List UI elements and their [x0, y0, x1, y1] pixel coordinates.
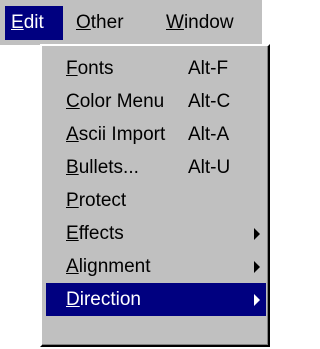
menu-item-ascii-import[interactable]: Ascii Import Alt-A	[46, 118, 266, 151]
mnemonic-letter: A	[66, 256, 79, 277]
menu-other[interactable]: Other	[70, 6, 152, 40]
mnemonic-letter: B	[66, 157, 79, 178]
submenu-arrow-icon	[254, 294, 260, 306]
label-rest: lignment	[78, 256, 151, 277]
menu-item-direction[interactable]: Direction	[46, 283, 266, 316]
menu-item-bullets[interactable]: Bullets... Alt-U	[46, 151, 266, 184]
shortcut-label: Alt-C	[188, 91, 231, 112]
edit-dropdown-menu: Fonts Alt-F Color Menu Alt-C Ascii Impor…	[40, 44, 270, 347]
menu-item-label: Direction	[66, 283, 141, 316]
menu-item-label: Fonts	[66, 52, 114, 85]
menu-window-mnemonic: W	[166, 12, 184, 33]
label-rest: irection	[79, 289, 141, 310]
shortcut-label: Alt-A	[188, 124, 230, 145]
mnemonic-letter: A	[66, 124, 79, 145]
menu-item-label: Effects	[66, 217, 124, 250]
label-rest: onts	[77, 58, 114, 79]
menu-other-label: ther	[90, 12, 124, 33]
menu-item-color-menu[interactable]: Color Menu Alt-C	[46, 85, 266, 118]
menu-edit-mnemonic: E	[11, 12, 24, 33]
menu-item-label: Ascii Import	[66, 118, 165, 151]
label-rest: rotect	[78, 190, 127, 211]
label-rest: ffects	[78, 223, 124, 244]
menu-window-label: indow	[183, 12, 234, 33]
menu-item-alignment[interactable]: Alignment	[46, 250, 266, 283]
shortcut-label: Alt-U	[188, 157, 231, 178]
mnemonic-letter: F	[66, 58, 78, 79]
menu-window[interactable]: Window	[160, 6, 260, 40]
label-rest: ullets...	[78, 157, 139, 178]
mnemonic-letter: C	[66, 91, 80, 112]
submenu-arrow-icon	[254, 228, 260, 240]
menu-item-protect[interactable]: Protect	[46, 184, 266, 217]
mnemonic-letter: P	[66, 190, 79, 211]
label-rest: scii Import	[78, 124, 166, 145]
menu-item-label: Alignment	[66, 250, 151, 283]
menu-item-fonts[interactable]: Fonts Alt-F	[46, 52, 266, 85]
menu-bar: Edit Other Window	[0, 0, 262, 45]
shortcut-label: Alt-F	[188, 58, 229, 79]
submenu-arrow-icon	[254, 261, 260, 273]
menu-item-label: Protect	[66, 184, 126, 217]
menu-other-mnemonic: O	[76, 12, 91, 33]
menu-item-effects[interactable]: Effects	[46, 217, 266, 250]
menu-item-label: Bullets...	[66, 151, 139, 184]
menu-edit-label: dit	[23, 12, 44, 33]
mnemonic-letter: D	[66, 289, 80, 310]
menu-item-label: Color Menu	[66, 85, 164, 118]
menu-edit[interactable]: Edit	[5, 6, 63, 40]
screen: Edit Other Window Fonts Alt-F Color Menu…	[0, 0, 277, 349]
mnemonic-letter: E	[66, 223, 79, 244]
label-rest: olor Menu	[79, 91, 165, 112]
